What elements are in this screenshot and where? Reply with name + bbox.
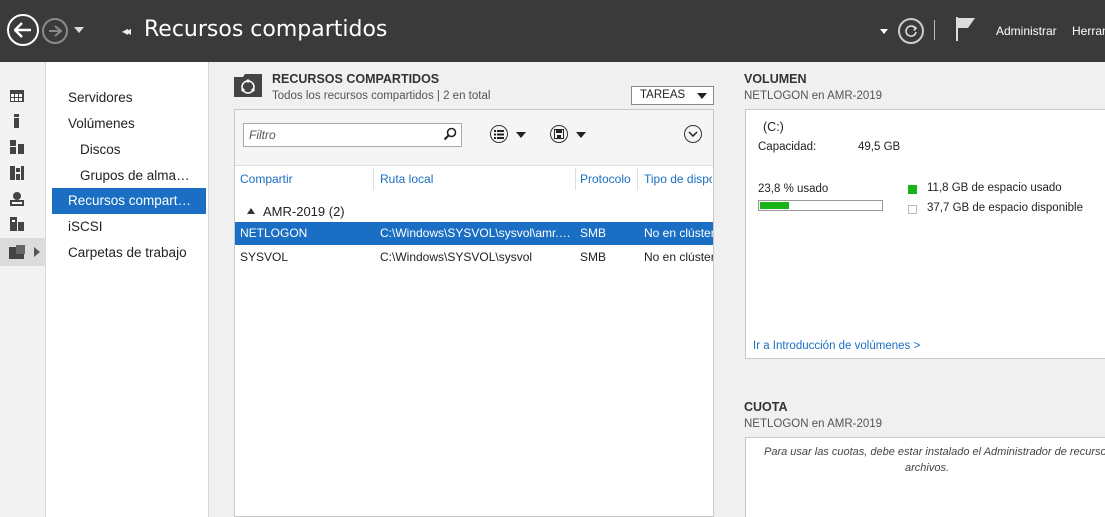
quota-message: Para usar las cuotas, debe estar instala…	[746, 444, 1105, 476]
shares-list: Compartir Ruta local Protocolo Tipo de d…	[234, 109, 714, 517]
sidebar-item-label: Grupos de almacenamiento	[80, 168, 192, 183]
cell-share: SYSVOL	[240, 250, 289, 264]
filter-bar	[235, 110, 713, 166]
used-legend: 11,8 GB de espacio usado	[927, 182, 1062, 194]
file-storage-services-icon[interactable]	[9, 244, 25, 260]
volume-subtitle: NETLOGON en AMR-2019	[744, 90, 883, 102]
save-query-button[interactable]	[550, 125, 568, 143]
column-header-tipo-disponibilidad[interactable]: Tipo de disponibilidad	[644, 172, 712, 186]
search-icon[interactable]	[443, 127, 457, 141]
table-row[interactable]: NETLOGON C:\Windows\SYSVOL\sysvol\amr.lo…	[235, 222, 713, 245]
volume-drive: (C:)	[763, 120, 784, 134]
page-title: Recursos compartidos	[144, 17, 388, 42]
used-percent: 23,8 % usado	[758, 183, 829, 195]
forward-button[interactable]	[42, 18, 68, 44]
notifications-flag[interactable]	[955, 16, 977, 45]
cell-protocol: SMB	[580, 250, 607, 264]
sidebar-item-grupos-almacenamiento[interactable]: Grupos de almacenamiento	[52, 163, 206, 189]
column-header-compartir[interactable]: Compartir	[240, 172, 293, 186]
cell-protocol: SMB	[580, 226, 607, 240]
panel-subtitle: Todos los recursos compartidos | 2 en to…	[272, 90, 491, 102]
flag-icon	[956, 17, 975, 41]
dns-icon[interactable]	[9, 191, 25, 207]
sidebar-item-iscsi[interactable]: iSCSI	[52, 214, 206, 240]
chevron-down-icon	[697, 93, 707, 99]
group-header[interactable]: AMR-2019 (2)	[247, 204, 345, 219]
used-legend-swatch	[908, 185, 917, 194]
expand-arrow-icon[interactable]	[34, 247, 40, 257]
title-bar: ◂◂ Recursos compartidos Administrar Herr…	[0, 0, 1105, 62]
save-icon	[554, 129, 564, 139]
volumes-overview-link[interactable]: Ir a Introducción de volúmenes >	[753, 340, 920, 352]
arrow-right-icon	[49, 25, 62, 37]
list-view-dropdown[interactable]	[516, 132, 526, 138]
cell-share: NETLOGON	[240, 226, 308, 240]
local-server-icon[interactable]	[9, 113, 25, 129]
free-legend-swatch	[908, 205, 917, 214]
column-header-ruta-local[interactable]: Ruta local	[380, 172, 433, 186]
dashboard-icon[interactable]	[9, 88, 25, 104]
quota-card: Para usar las cuotas, debe estar instala…	[745, 437, 1105, 517]
shared-folder-icon	[234, 74, 262, 97]
column-divider[interactable]	[637, 168, 638, 190]
all-servers-icon[interactable]	[9, 139, 25, 155]
shares-panel: RECURSOS COMPARTIDOS Todos los recursos …	[209, 62, 730, 517]
expand-filter-button[interactable]	[684, 125, 702, 143]
column-header-protocolo[interactable]: Protocolo	[580, 172, 631, 186]
save-query-dropdown[interactable]	[576, 132, 586, 138]
volume-title: VOLUMEN	[744, 72, 807, 86]
file-services-icon[interactable]	[9, 216, 25, 232]
tasks-dropdown[interactable]: TAREAS	[631, 86, 714, 105]
usage-bar-fill	[760, 202, 789, 209]
arrow-left-icon	[14, 22, 31, 38]
quota-subtitle: NETLOGON en AMR-2019	[744, 418, 883, 430]
menu-herramientas[interactable]: Herramientas	[1072, 24, 1105, 38]
quota-message-line: archivos.	[904, 462, 950, 474]
cell-availability: No en clúster	[644, 250, 713, 264]
toolbar-divider	[934, 20, 935, 40]
column-divider[interactable]	[373, 168, 374, 190]
quota-title: CUOTA	[744, 400, 788, 414]
sidebar-item-carpetas-de-trabajo[interactable]: Carpetas de trabajo	[52, 240, 206, 266]
tasks-label: TAREAS	[640, 89, 686, 101]
list-icon	[494, 129, 504, 139]
filter-input[interactable]	[243, 123, 462, 147]
icon-rail	[0, 62, 46, 517]
quota-message-line: Para usar las cuotas, debe estar instala…	[764, 446, 1105, 458]
table-row[interactable]: SYSVOL C:\Windows\SYSVOL\sysvol SMB No e…	[235, 246, 713, 269]
ad-services-icon[interactable]	[9, 165, 25, 181]
title-dropdown[interactable]	[880, 29, 888, 34]
group-label: AMR-2019 (2)	[263, 204, 345, 219]
details-panel: VOLUMEN NETLOGON en AMR-2019 (C:) Capaci…	[730, 62, 1105, 517]
capacity-label: Capacidad:	[758, 141, 817, 153]
list-view-button[interactable]	[490, 125, 508, 143]
cell-path: C:\Windows\SYSVOL\sysvol\amr.local\SCRIP…	[380, 226, 572, 240]
refresh-icon	[905, 25, 918, 37]
volume-card: (C:) Capacidad: 49,5 GB 23,8 % usado 11,…	[745, 109, 1105, 359]
sidebar-item-servidores[interactable]: Servidores	[52, 85, 206, 111]
back-button[interactable]	[7, 14, 39, 46]
collapse-triangle-icon[interactable]	[247, 207, 255, 214]
sidebar-nav: Servidores Volúmenes Discos Grupos de al…	[46, 62, 209, 517]
sidebar-item-label: Recursos compartidos	[68, 193, 192, 208]
usage-bar	[758, 200, 883, 211]
cell-availability: No en clúster	[644, 226, 713, 240]
history-dropdown[interactable]	[74, 27, 84, 33]
breadcrumb-chevron[interactable]: ◂◂	[122, 24, 131, 38]
chevron-down-icon	[688, 131, 698, 137]
cell-path: C:\Windows\SYSVOL\sysvol	[380, 250, 533, 264]
menu-administrar[interactable]: Administrar	[996, 24, 1057, 38]
sidebar-item-recursos-compartidos[interactable]: Recursos compartidos	[52, 188, 206, 214]
refresh-button[interactable]	[898, 18, 924, 44]
sidebar-item-discos[interactable]: Discos	[52, 137, 206, 163]
sidebar-item-volumenes[interactable]: Volúmenes	[52, 111, 206, 137]
capacity-value: 49,5 GB	[858, 141, 901, 153]
free-legend: 37,7 GB de espacio disponible	[927, 202, 1083, 214]
panel-title: RECURSOS COMPARTIDOS	[272, 72, 440, 86]
column-divider[interactable]	[575, 168, 576, 190]
